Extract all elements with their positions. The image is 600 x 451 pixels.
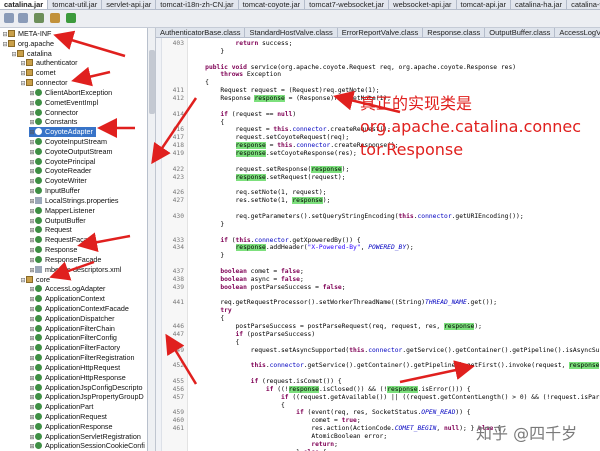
arrow-code-left-lower (165, 333, 198, 385)
arrow-code-left-upper (151, 97, 198, 165)
arrow-invoke (399, 360, 475, 384)
arrow-response (77, 232, 131, 253)
annotation-arrows (49, 30, 475, 385)
arrow-response-declaration (333, 90, 401, 114)
arrow-org-apache (53, 30, 126, 58)
arrow-connector (71, 66, 111, 87)
arrow-core (49, 260, 95, 281)
